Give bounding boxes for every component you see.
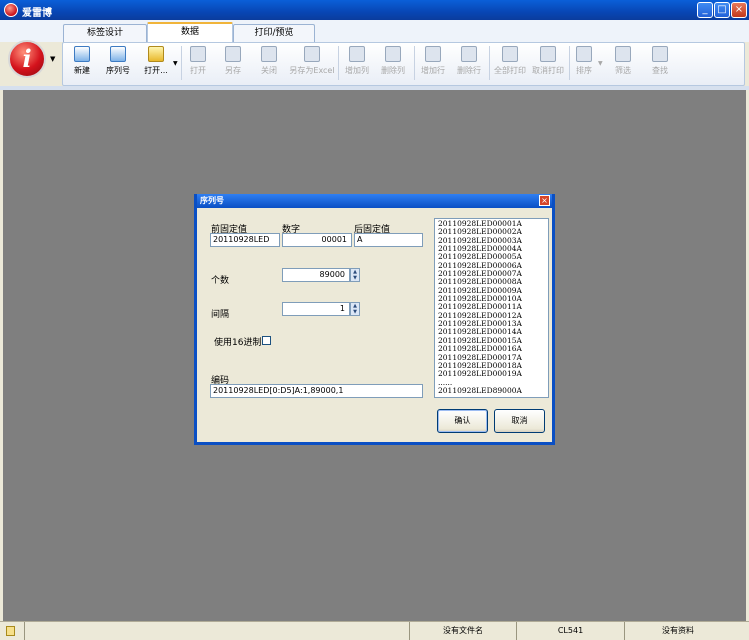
interval-spinner[interactable]: ▲ ▼ xyxy=(350,302,360,316)
filter-icon xyxy=(615,46,631,62)
interval-input[interactable]: 1 xyxy=(282,302,350,316)
spin-down-icon[interactable]: ▼ xyxy=(351,275,359,281)
toolbar-separator xyxy=(569,46,570,80)
delete-column-button[interactable]: 删除列 xyxy=(377,46,409,80)
maximize-button[interactable]: □ xyxy=(714,2,730,18)
hex-label: 使用16进制 xyxy=(214,338,262,348)
tab-print-preview[interactable]: 打印/预览 xyxy=(233,24,315,42)
app-logo-icon xyxy=(4,3,18,17)
ok-button[interactable]: 确认 xyxy=(437,409,488,433)
app-menu-button[interactable]: i xyxy=(8,40,46,78)
toolbar-separator xyxy=(414,46,415,80)
excel-icon xyxy=(304,46,320,62)
preview-list[interactable]: 20110928LED00001A 20110928LED00002A 201109… xyxy=(434,218,549,398)
cancel-print-icon xyxy=(540,46,556,62)
status-icon xyxy=(6,626,15,636)
spin-down-icon[interactable]: ▼ xyxy=(351,309,359,315)
tab-label-design[interactable]: 标签设计 xyxy=(63,24,147,42)
code-input[interactable]: 20110928LED[0:D5]A:1,89000,1 xyxy=(210,384,423,398)
interval-label: 间隔 xyxy=(211,310,230,320)
hex-checkbox[interactable] xyxy=(262,336,271,345)
app-menu-dropdown-icon[interactable]: ▼ xyxy=(50,55,55,63)
serial-number-button[interactable]: 序列号 xyxy=(102,46,134,80)
print-all-icon xyxy=(502,46,518,62)
open-button[interactable]: 打开 xyxy=(186,46,210,80)
count-label: 个数 xyxy=(211,276,230,286)
serial-number-dialog: 序列号 × 前固定值 数字 后固定值 20110928LED 00001 A 个… xyxy=(194,194,555,445)
open-folder-icon xyxy=(148,46,164,62)
filter-button[interactable]: 筛选 xyxy=(612,46,634,80)
dialog-close-button[interactable]: × xyxy=(539,195,550,206)
delete-row-icon xyxy=(461,46,477,62)
print-all-button[interactable]: 全部打印 xyxy=(492,46,528,80)
status-cell-empty xyxy=(24,622,409,640)
status-printer: CL541 xyxy=(516,622,624,640)
find-button[interactable]: 查找 xyxy=(648,46,672,80)
add-row-button[interactable]: 增加行 xyxy=(418,46,448,80)
open-icon xyxy=(190,46,206,62)
dialog-title-bar: 序列号 xyxy=(197,194,552,208)
list-item[interactable]: 20110928LED00019A xyxy=(438,369,545,378)
cancel-button[interactable]: 取消 xyxy=(494,409,545,433)
close-file-icon xyxy=(261,46,277,62)
number-input[interactable]: 00001 xyxy=(282,233,352,247)
status-file-name: 没有文件名 xyxy=(409,622,516,640)
sort-button[interactable]: 排序 xyxy=(573,46,595,80)
open-menu-button[interactable]: 打开... xyxy=(136,46,176,80)
count-input[interactable]: 89000 xyxy=(282,268,350,282)
suffix-input[interactable]: A xyxy=(354,233,423,247)
close-file-button[interactable]: 关闭 xyxy=(257,46,281,80)
delete-column-icon xyxy=(385,46,401,62)
status-bar: 没有文件名 CL541 没有资料 xyxy=(0,621,749,640)
count-spinner[interactable]: ▲ ▼ xyxy=(350,268,360,282)
title-bar: 爱雷博 _ □ × xyxy=(0,0,749,20)
new-file-icon xyxy=(74,46,90,62)
serial-number-icon xyxy=(110,46,126,62)
list-item[interactable]: 20110928LED89000A xyxy=(438,386,545,395)
add-row-icon xyxy=(425,46,441,62)
toolbar-separator xyxy=(489,46,490,80)
tab-data[interactable]: 数据 xyxy=(147,22,233,42)
add-column-button[interactable]: 增加列 xyxy=(342,46,372,80)
prefix-input[interactable]: 20110928LED xyxy=(210,233,280,247)
close-window-button[interactable]: × xyxy=(731,2,747,18)
dialog-title: 序列号 xyxy=(200,196,224,205)
cancel-print-button[interactable]: 取消打印 xyxy=(529,46,567,80)
add-column-icon xyxy=(349,46,365,62)
sort-icon xyxy=(576,46,592,62)
toolbar-separator xyxy=(181,46,182,80)
sort-dropdown-icon[interactable]: ▼ xyxy=(598,60,603,67)
new-button[interactable]: 新建 xyxy=(68,46,96,80)
minimize-button[interactable]: _ xyxy=(697,2,713,18)
status-data: 没有资料 xyxy=(624,622,731,640)
window-title: 爱雷博 xyxy=(22,8,52,19)
binoculars-icon xyxy=(652,46,668,62)
save-as-button[interactable]: 另存 xyxy=(221,46,245,80)
delete-row-button[interactable]: 删除行 xyxy=(453,46,485,80)
save-as-excel-button[interactable]: 另存为Excel xyxy=(288,46,336,80)
save-icon xyxy=(225,46,241,62)
open-menu-dropdown-icon[interactable]: ▼ xyxy=(173,60,178,67)
toolbar-separator xyxy=(338,46,339,80)
